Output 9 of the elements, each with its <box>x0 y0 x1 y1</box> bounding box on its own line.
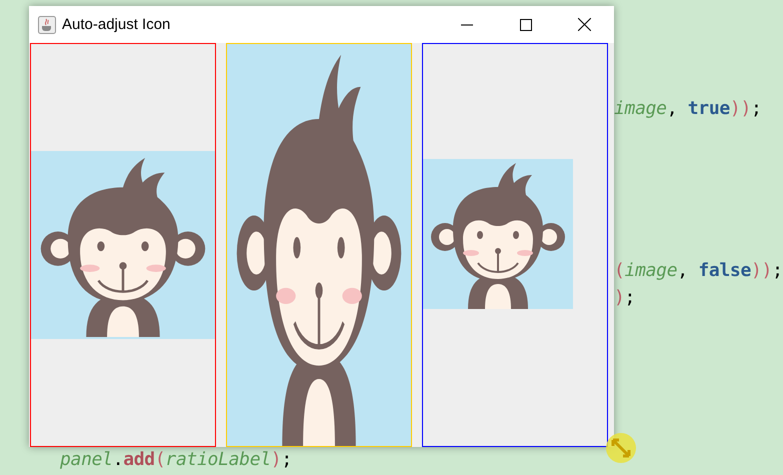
window-title: Auto-adjust Icon <box>62 16 170 33</box>
maximize-icon <box>520 18 532 30</box>
close-icon <box>578 18 591 31</box>
resize-cursor-icon <box>605 432 637 464</box>
cup-icon <box>38 16 56 34</box>
code-line: image, true)); <box>614 98 762 119</box>
code-line: panel.add(ratioLabel); <box>60 449 292 470</box>
code-line: ); <box>614 287 636 308</box>
code-line: (image, false)); <box>614 260 783 281</box>
